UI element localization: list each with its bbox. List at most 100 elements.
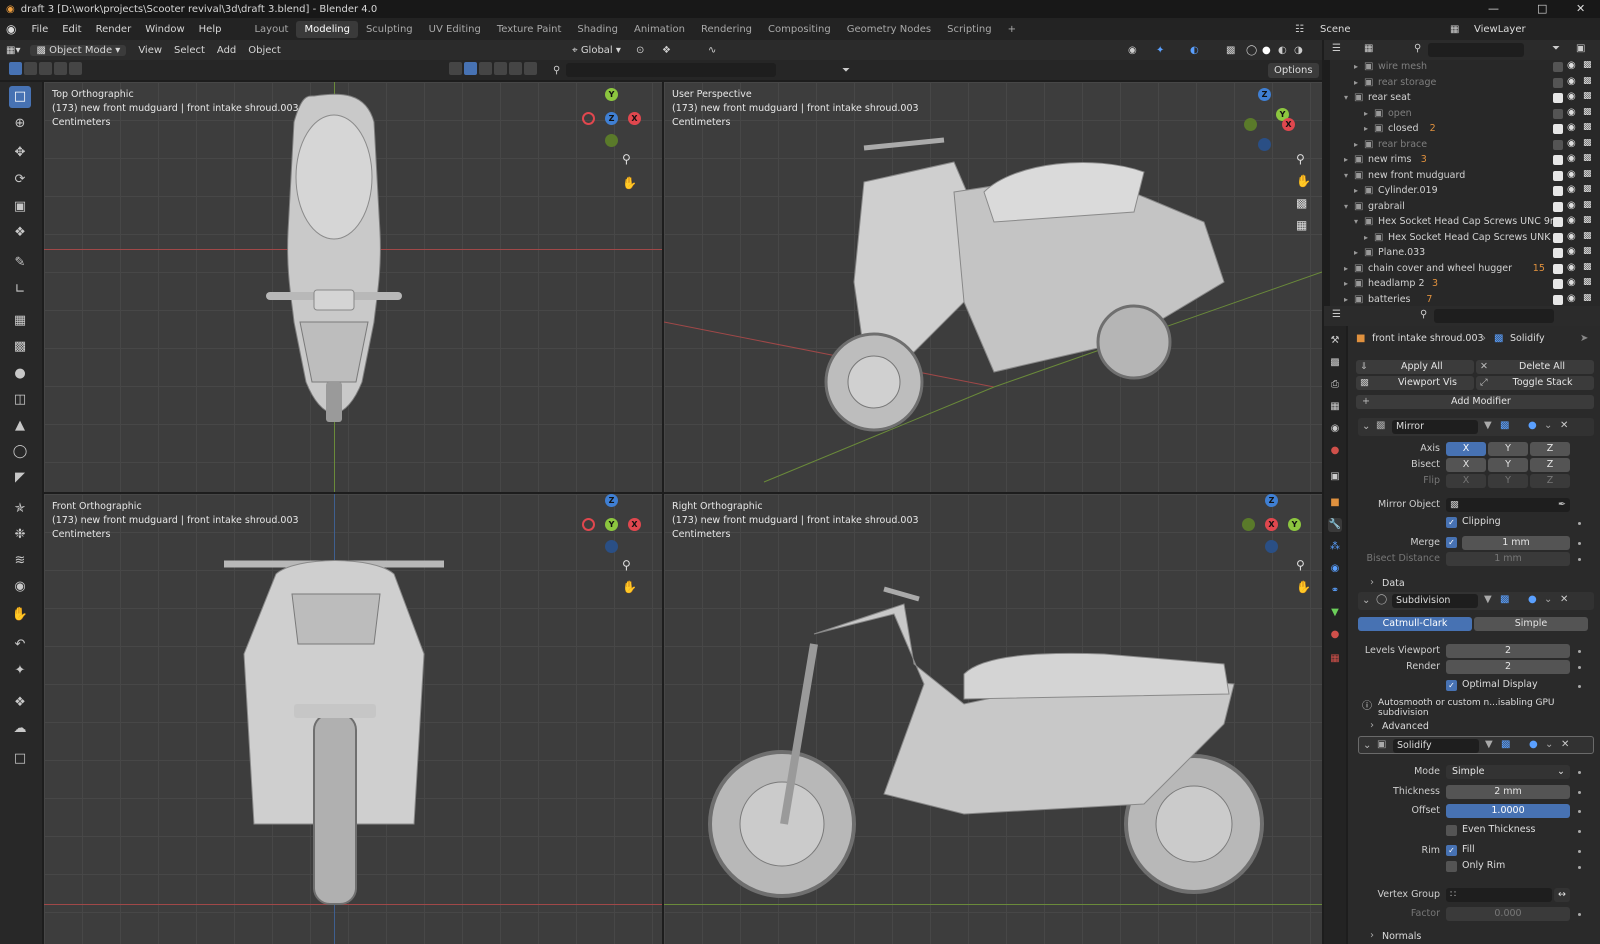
gizmo-y-axis[interactable]: Y — [605, 518, 618, 531]
pan-hand-icon[interactable]: ✋ — [622, 580, 637, 594]
even-thickness-checkbox[interactable] — [1446, 825, 1457, 836]
disclosure-triangle-icon[interactable]: ▸ — [1354, 248, 1358, 257]
render-camera-icon[interactable]: ▩ — [1583, 293, 1592, 303]
outliner-row[interactable]: ▸ ▣ headlamp 2 3 ◉ ▩ — [1330, 277, 1600, 292]
menu-help[interactable]: Help — [192, 24, 229, 35]
tab-layout[interactable]: Layout — [246, 21, 296, 38]
catmull-clark-toggle[interactable]: Catmull-Clark — [1358, 617, 1472, 631]
gizmo-neg-y[interactable] — [1242, 518, 1255, 531]
camera-view-icon[interactable]: ▩ — [1296, 196, 1307, 210]
add-cube-tool-icon[interactable]: ▦ — [9, 310, 31, 332]
disclosure-triangle-icon[interactable]: ▸ — [1344, 155, 1348, 164]
gizmo-neg-z[interactable] — [1258, 138, 1271, 151]
tab-uv-editing[interactable]: UV Editing — [421, 21, 489, 38]
gizmo-neg-z[interactable] — [1265, 540, 1278, 553]
maximize-icon[interactable]: □ — [1537, 2, 1547, 15]
editmode-toggle-icon[interactable]: ▼ — [1484, 420, 1492, 431]
outliner-row[interactable]: ▸ ▣ Plane.033 ◉ ▩ — [1330, 246, 1600, 261]
delete-all-button[interactable]: ✕ Delete All — [1476, 360, 1594, 374]
render-levels-field[interactable]: 2 — [1446, 660, 1570, 674]
add-workspace-icon[interactable]: + — [1000, 21, 1024, 38]
visibility-eye-icon[interactable]: ◉ — [1567, 215, 1576, 226]
keyframe-dot[interactable] — [1578, 913, 1581, 916]
solidify-mode-dropdown[interactable]: Simple ⌄ — [1446, 765, 1570, 779]
physics-tab-icon[interactable]: ◉ — [1328, 562, 1342, 576]
zoom-icon[interactable]: ⚲ — [622, 152, 631, 166]
rendered-shading-icon[interactable]: ◑ — [1294, 45, 1303, 56]
menu-object[interactable]: Object — [242, 45, 287, 56]
gizmo-toggle-icon[interactable]: ✦ — [1156, 45, 1164, 56]
object-tab-icon[interactable]: ■ — [1328, 496, 1342, 510]
gizmo-z-axis[interactable]: Z — [605, 112, 618, 125]
render-toggle-icon[interactable]: ● — [1529, 739, 1538, 750]
navigation-gizmo[interactable]: Z Y X — [1242, 88, 1302, 151]
gizmo-x-axis[interactable]: X — [1265, 518, 1278, 531]
pivot-icon[interactable]: ⊙ — [636, 45, 644, 56]
minimize-icon[interactable]: — — [1488, 2, 1499, 15]
select-mode-icons[interactable] — [8, 62, 83, 78]
material-tab-icon[interactable]: ● — [1328, 628, 1342, 642]
toggle-stack-button[interactable]: ⤢ Toggle Stack — [1476, 376, 1594, 390]
mirror-modifier-header[interactable]: ⌄ ▩ Mirror ▼ ▩ ● ⌄ ✕ — [1358, 418, 1594, 436]
tab-animation[interactable]: Animation — [626, 21, 693, 38]
keyframe-dot[interactable] — [1578, 810, 1581, 813]
world-tab-icon[interactable]: ● — [1328, 444, 1342, 458]
tab-rendering[interactable]: Rendering — [693, 21, 760, 38]
visibility-eye-icon[interactable]: ◉ — [1567, 293, 1576, 304]
exclude-checkbox[interactable] — [1553, 77, 1563, 88]
render-tab-icon[interactable]: ▩ — [1328, 356, 1342, 370]
vertex-group-field[interactable]: ∷ — [1446, 888, 1552, 902]
menu-select[interactable]: Select — [168, 45, 211, 56]
outliner-search-input[interactable] — [1428, 43, 1524, 57]
render-camera-icon[interactable]: ▩ — [1583, 277, 1592, 287]
disclosure-triangle-icon[interactable]: ▸ — [1344, 279, 1348, 288]
mirror-object-field[interactable]: ▩ ✒ — [1446, 498, 1570, 512]
gizmo-neg-x[interactable] — [582, 518, 595, 531]
merge-distance-field[interactable]: 1 mm — [1462, 536, 1570, 550]
realtime-toggle-icon[interactable]: ▩ — [1500, 594, 1509, 605]
pin-icon[interactable]: ➤ — [1580, 333, 1588, 344]
editor-type-icon[interactable]: ▦▾ — [0, 45, 26, 56]
collapse-chevron-icon[interactable]: ⌄ — [1362, 595, 1370, 606]
editmode-toggle-icon[interactable]: ▼ — [1484, 594, 1492, 605]
data-subpanel-label[interactable]: Data — [1382, 578, 1405, 589]
render-camera-icon[interactable]: ▩ — [1583, 200, 1592, 210]
orientation-dropdown[interactable]: ⌖ Global ▾ — [566, 45, 627, 56]
keyframe-dot[interactable] — [1578, 650, 1581, 653]
gizmo-neg-y[interactable] — [605, 134, 618, 147]
gizmo-x-axis[interactable]: X — [628, 518, 641, 531]
exclude-checkbox[interactable] — [1553, 124, 1563, 134]
exclude-checkbox[interactable] — [1553, 155, 1563, 165]
data-subpanel-chevron-icon[interactable]: › — [1370, 577, 1374, 588]
render-camera-icon[interactable]: ▩ — [1583, 76, 1592, 86]
remove-modifier-icon[interactable]: ✕ — [1560, 594, 1568, 605]
axis-y-toggle[interactable]: Y — [1488, 442, 1528, 456]
exclude-checkbox[interactable] — [1553, 263, 1563, 274]
pose-brush-icon[interactable]: ☁ — [9, 718, 31, 740]
dropdown-icon[interactable]: ⌄ — [1544, 594, 1552, 605]
axis-x-toggle[interactable]: X — [1446, 442, 1486, 456]
pan-hand-icon[interactable]: ✋ — [1296, 174, 1311, 188]
xray-icon[interactable]: ▩ — [1226, 45, 1235, 56]
visibility-eye-icon[interactable]: ◉ — [1567, 200, 1576, 211]
navigation-gizmo[interactable]: Y X Z — [582, 88, 642, 148]
keyframe-dot[interactable] — [1578, 771, 1581, 774]
viewport-user-perspective[interactable]: User Perspective (173) new front mudguar… — [664, 82, 1322, 492]
search-icon[interactable]: ⚲ — [553, 65, 560, 76]
navigation-gizmo[interactable]: Z Y X — [1242, 494, 1302, 554]
exclude-checkbox[interactable] — [1553, 279, 1563, 289]
outliner-row[interactable]: ▾ ▣ rear seat ◉ ▩ — [1330, 91, 1600, 106]
properties-search-input[interactable] — [1434, 309, 1554, 323]
flip-z-toggle[interactable]: Z — [1530, 474, 1570, 488]
gizmo-z-axis[interactable]: Z — [1258, 88, 1271, 101]
gizmo-y-axis[interactable]: Y — [605, 88, 618, 101]
menu-window[interactable]: Window — [138, 24, 191, 35]
disclosure-triangle-icon[interactable]: ▸ — [1344, 264, 1348, 273]
move-tool-icon[interactable]: ✥ — [9, 142, 31, 164]
gizmo-neg-x[interactable] — [582, 112, 595, 125]
exclude-checkbox[interactable] — [1553, 93, 1563, 103]
only-rim-checkbox[interactable] — [1446, 861, 1457, 872]
viewport-right-orthographic[interactable]: Right Orthographic (173) new front mudgu… — [664, 494, 1322, 944]
bisect-x-toggle[interactable]: X — [1446, 458, 1486, 472]
cursor-tool-icon[interactable]: ⊕ — [9, 113, 31, 135]
